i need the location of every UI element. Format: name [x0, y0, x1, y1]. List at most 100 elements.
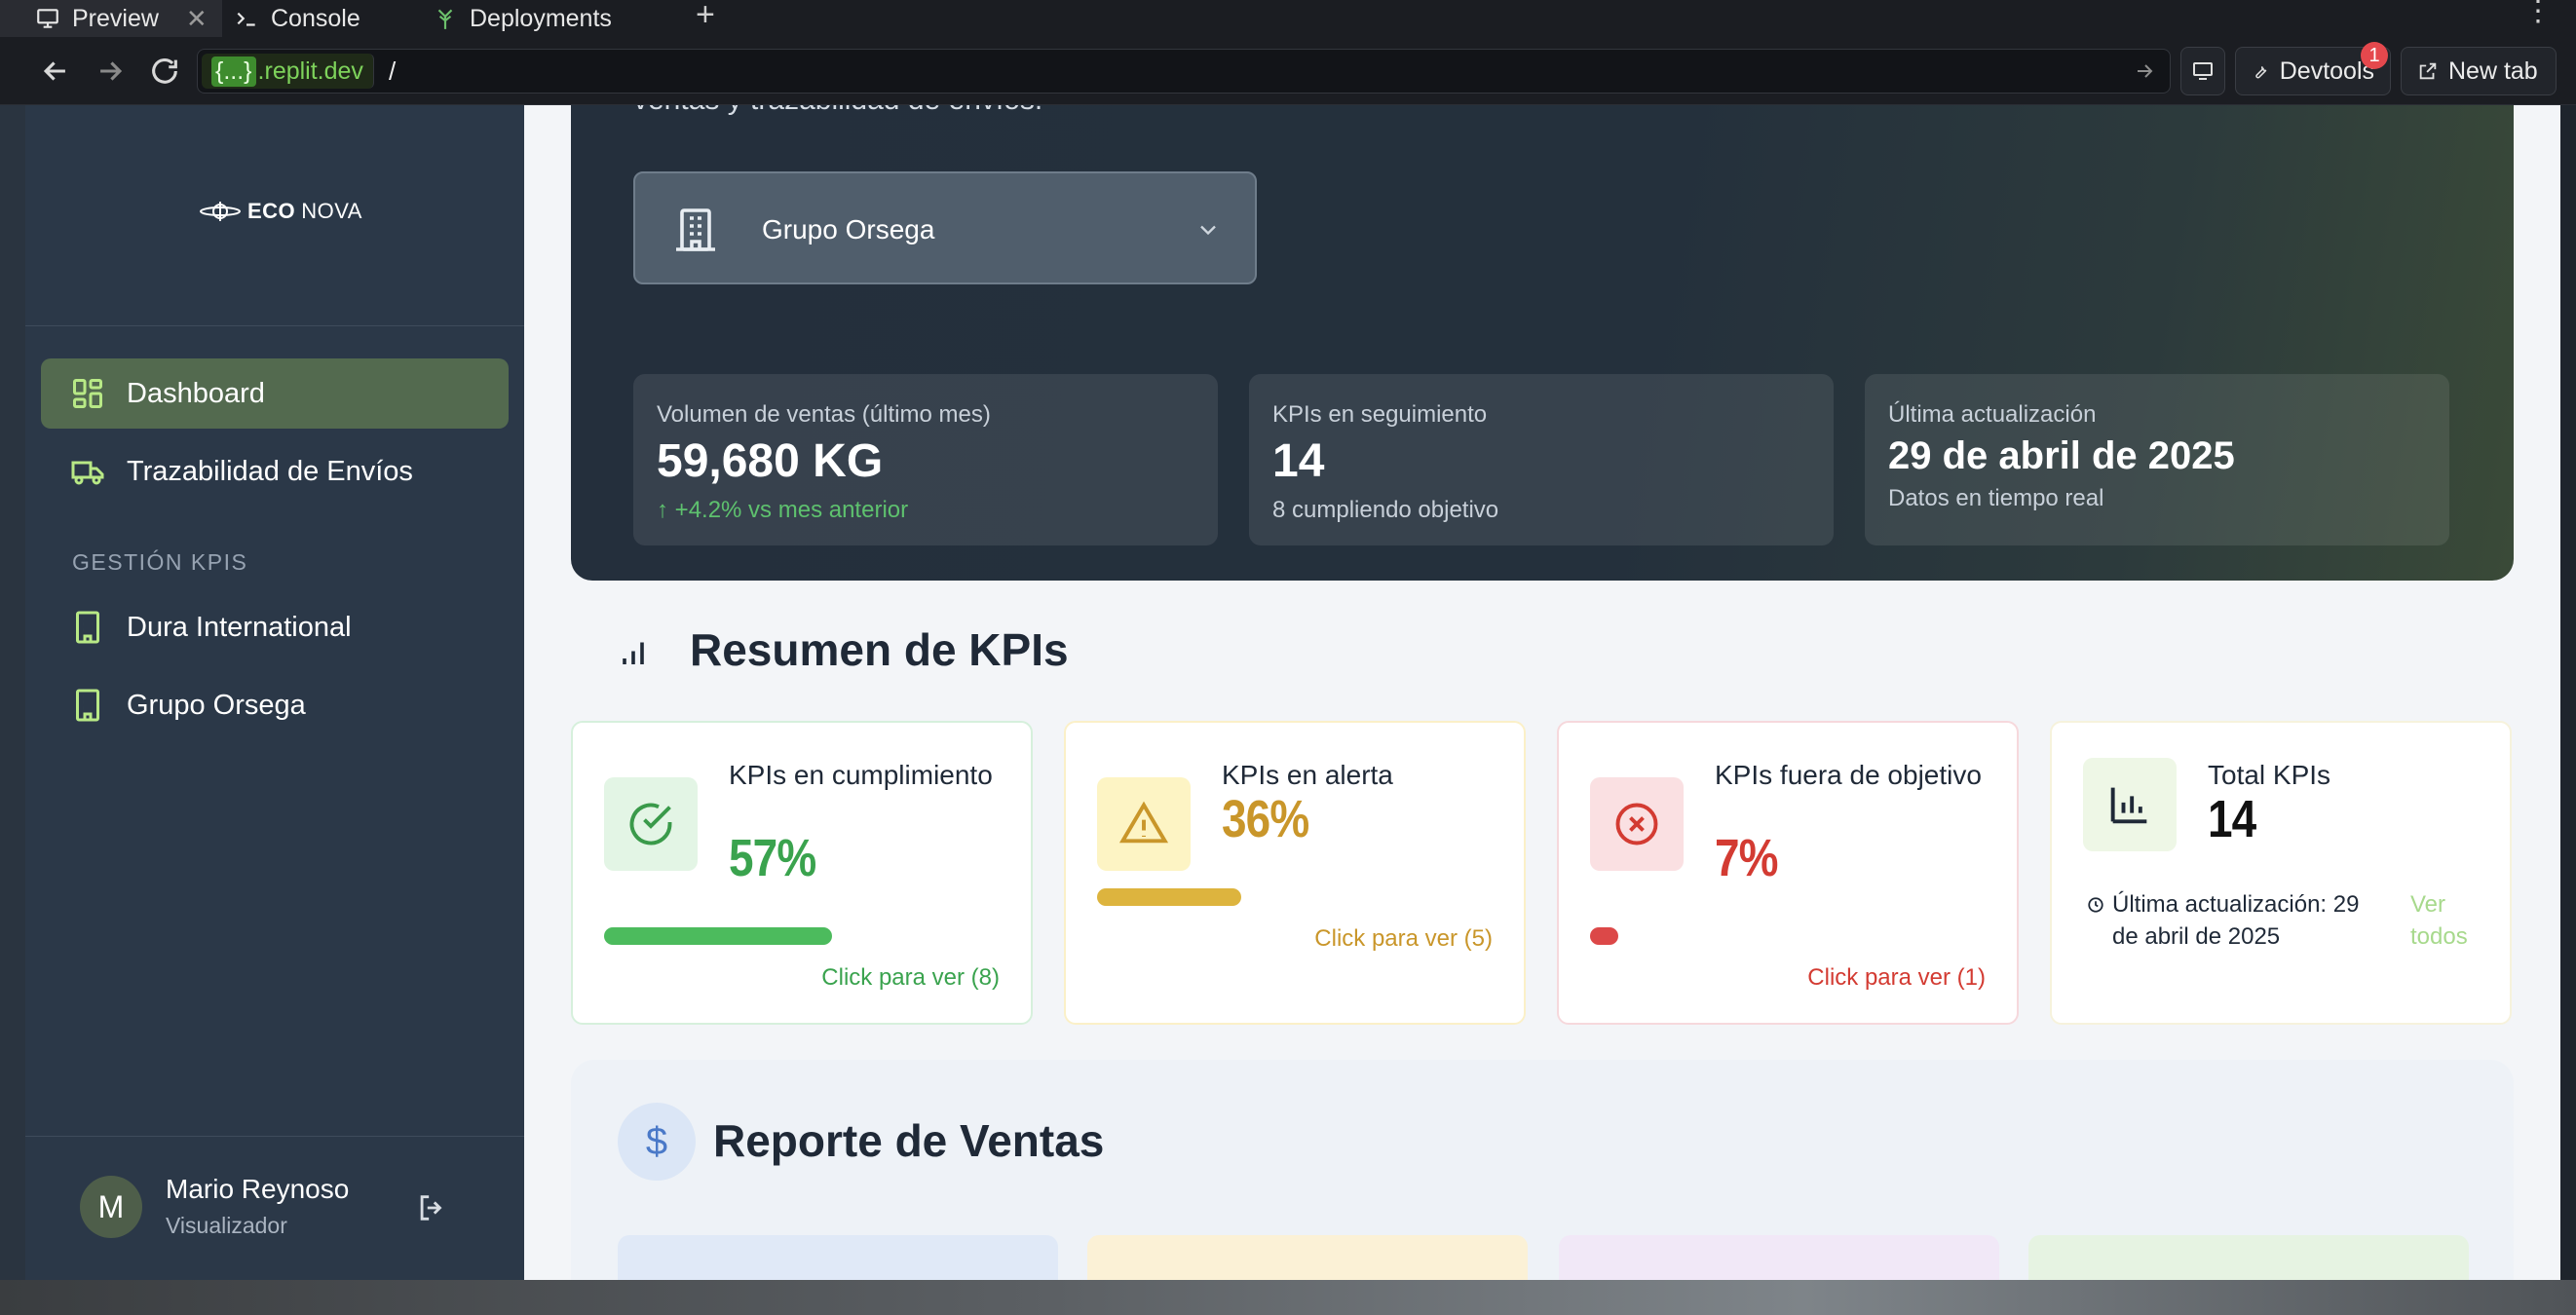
sales-report-card	[2028, 1235, 2469, 1280]
browser-tab-bar: Preview ✕ Console Deployments + ⋮	[0, 0, 2576, 37]
kpi-card-alert[interactable]: KPIs en alerta 36% Click para ver (5)	[1064, 721, 1526, 1025]
url-host-suffix: .replit.dev	[257, 56, 363, 85]
stat-sub: 8 cumpliendo objetivo	[1272, 497, 1499, 523]
avatar: M	[80, 1176, 142, 1238]
check-circle-icon	[604, 777, 698, 871]
warning-triangle-icon	[1097, 777, 1191, 871]
devtools-button[interactable]: Devtools 1	[2235, 42, 2391, 95]
user-role: Visualizador	[166, 1213, 287, 1238]
kpi-card-off-target[interactable]: KPIs fuera de objetivo 7% Click para ver…	[1557, 721, 2019, 1025]
devtools-label: Devtools	[2279, 56, 2374, 85]
kpi-card-value: 14	[2208, 790, 2256, 848]
tab-deployments[interactable]: Deployments	[433, 0, 666, 37]
sales-report-card	[1559, 1235, 1999, 1280]
sales-report-card	[618, 1235, 1058, 1280]
bar-chart-icon	[623, 642, 644, 664]
sidebar-item-label: Trazabilidad de Envíos	[127, 455, 413, 487]
dashboard-grid-icon	[73, 379, 102, 408]
kpi-card-link[interactable]: Click para ver (1)	[1807, 964, 1986, 992]
sidebar-divider	[25, 325, 524, 326]
forward-arrow-icon[interactable]	[94, 55, 127, 88]
browser-address-bar: {...} .replit.dev / Devtools 1 New tab	[0, 37, 2576, 105]
stat-label: KPIs en seguimiento	[1272, 401, 1488, 428]
econova-logo[interactable]: ECO NOVA	[199, 199, 362, 224]
kpi-card-value: 57%	[729, 829, 816, 887]
new-tab-label: New tab	[2448, 56, 2538, 85]
tab-console[interactable]: Console	[234, 0, 419, 37]
company-select[interactable]: Grupo Orsega	[633, 171, 1257, 284]
clock-icon	[2088, 897, 2103, 913]
new-tab-plus-icon[interactable]: +	[696, 0, 715, 34]
tab-label: Deployments	[470, 4, 612, 32]
stat-label: Última actualización	[1888, 401, 2097, 428]
url-host-prefix: {...}	[211, 56, 256, 87]
sidebar-item-trazabilidad[interactable]: Trazabilidad de Envíos	[41, 436, 509, 507]
building-icon	[76, 689, 99, 722]
url-field[interactable]: {...} .replit.dev /	[197, 49, 2171, 94]
new-tab-button[interactable]: New tab	[2401, 47, 2557, 95]
sidebar-item-dura-international[interactable]: Dura International	[41, 592, 509, 662]
chevron-down-icon	[1200, 225, 1216, 236]
kpi-card-link[interactable]: Click para ver (8)	[821, 964, 1000, 992]
screen-size-button[interactable]	[2180, 47, 2225, 95]
sidebar-item-grupo-orsega[interactable]: Grupo Orsega	[41, 670, 509, 740]
external-link-icon	[2419, 62, 2437, 80]
reload-icon[interactable]	[148, 55, 181, 88]
stat-card-kpis-tracking: KPIs en seguimiento 14 8 cumpliendo obje…	[1249, 374, 1834, 545]
stat-value: 29 de abril de 2025	[1888, 434, 2235, 477]
kpi-card-link[interactable]: Click para ver (5)	[1314, 925, 1493, 953]
kpi-card-total[interactable]: Total KPIs 14 Última actualización: 29 d…	[2050, 721, 2512, 1025]
dollar-icon: $	[618, 1103, 696, 1181]
stat-sub: Datos en tiempo real	[1888, 485, 2104, 511]
hero-subtitle: ventas y trazabilidad de envíos.	[633, 105, 1042, 117]
stat-label: Volumen de ventas (último mes)	[657, 401, 991, 428]
stat-trend-text: +4.2% vs mes anterior	[674, 497, 909, 523]
kpi-card-title: KPIs fuera de objetivo	[1715, 760, 1982, 790]
logo-mark-icon	[200, 202, 241, 221]
stat-value: 59,680 KG	[657, 435, 884, 487]
kpi-card-footnote-text: Última actualización: 29 de abril de 202…	[2112, 891, 2360, 950]
truck-icon	[71, 461, 104, 485]
building-icon	[76, 611, 99, 644]
kpi-summary-title: Resumen de KPIs	[690, 624, 1069, 675]
tab-label: Console	[271, 4, 360, 32]
logo-text-light: NOVA	[301, 199, 362, 223]
x-circle-icon	[1590, 777, 1684, 871]
app-preview: ECO NOVA Dashboard Trazabilidad de Envíos…	[25, 105, 2560, 1280]
go-arrow-icon[interactable]	[2133, 59, 2156, 83]
kpi-card-footnote: Última actualización: 29 de abril de 202…	[2087, 888, 2379, 953]
kpi-progress-bar	[604, 927, 832, 945]
deployments-icon	[437, 9, 453, 29]
view-all-link[interactable]: Ver todos	[2410, 888, 2488, 953]
tab-preview[interactable]: Preview ✕	[0, 0, 222, 37]
desktop-background	[0, 1280, 2576, 1315]
kpi-card-value: 36%	[1222, 790, 1309, 848]
building-icon	[676, 208, 715, 251]
more-options-icon[interactable]: ⋮	[2523, 0, 2553, 28]
company-select-value: Grupo Orsega	[762, 214, 935, 244]
kpi-progress-bar	[1590, 927, 1618, 945]
logo-text-bold: ECO	[247, 199, 296, 223]
url-path: /	[389, 56, 397, 86]
sidebar-item-dashboard[interactable]: Dashboard	[41, 358, 509, 429]
hero-panel: ventas y trazabilidad de envíos. Grupo O…	[571, 105, 2514, 581]
stat-card-last-update: Última actualización 29 de abril de 2025…	[1865, 374, 2449, 545]
sidebar-section-label: GESTIÓN KPIS	[72, 549, 248, 575]
kpi-card-compliance[interactable]: KPIs en cumplimiento 57% Click para ver …	[571, 721, 1033, 1025]
kpi-card-value: 7%	[1715, 829, 1778, 887]
bar-chart-icon	[2083, 758, 2177, 851]
sidebar-item-label: Dashboard	[127, 377, 265, 409]
tab-label: Preview	[72, 4, 159, 32]
sales-report-card	[1087, 1235, 1528, 1280]
url-host: {...} .replit.dev	[202, 54, 374, 89]
back-arrow-icon[interactable]	[39, 55, 72, 88]
sidebar-item-label: Grupo Orsega	[127, 689, 306, 721]
kpi-progress-bar	[1097, 888, 1241, 906]
stat-card-sales-volume: Volumen de ventas (último mes) 59,680 KG…	[633, 374, 1218, 545]
close-tab-icon[interactable]: ✕	[186, 4, 208, 34]
stat-value: 14	[1272, 435, 1325, 487]
sales-report-panel: $ Reporte de Ventas	[571, 1060, 2514, 1280]
logout-icon[interactable]	[415, 1191, 448, 1224]
sidebar-item-label: Dura International	[127, 611, 352, 643]
devtools-badge: 1	[2361, 42, 2388, 69]
